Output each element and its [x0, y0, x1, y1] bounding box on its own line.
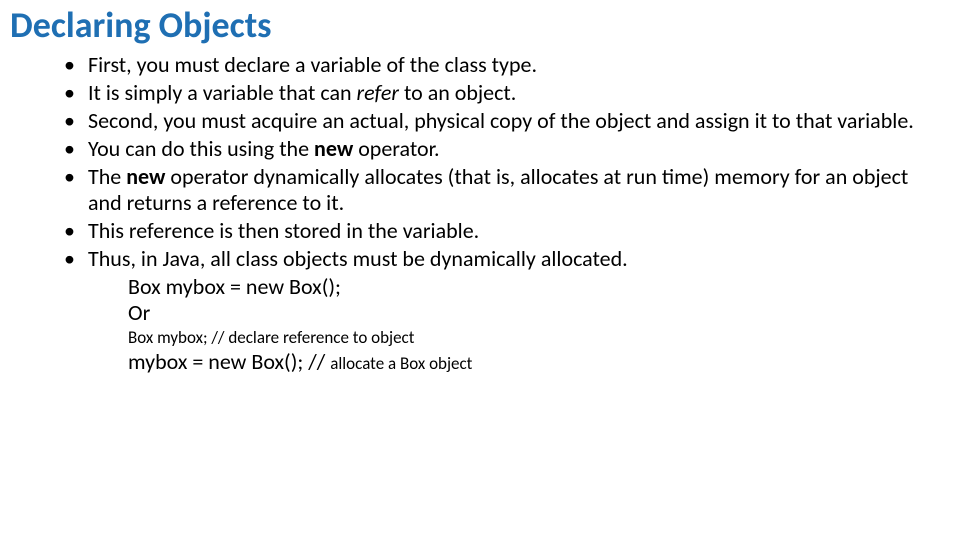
- bullet-item: Second, you must acquire an actual, phys…: [64, 108, 930, 134]
- bullet-text: This reference is then stored in the var…: [88, 217, 479, 244]
- code-line: mybox = new Box(); // allocate a Box obj…: [128, 349, 930, 375]
- slide-title: Declaring Objects: [10, 3, 272, 47]
- code-text: mybox = new Box(); //: [128, 348, 330, 375]
- bullet-text: You can do this using the: [88, 135, 314, 162]
- bullet-item: The new operator dynamically allocates (…: [64, 164, 930, 216]
- bullet-item: Thus, in Java, all class objects must be…: [64, 246, 930, 272]
- code-line: Box mybox = new Box();: [128, 274, 930, 300]
- bullet-text-italic: refer: [357, 79, 399, 106]
- bullet-item: This reference is then stored in the var…: [64, 218, 930, 244]
- bullet-text: First, you must declare a variable of th…: [88, 51, 537, 78]
- bullet-text: operator dynamically allocates (that is,…: [88, 163, 908, 216]
- code-text-small: allocate a Box object: [330, 353, 472, 374]
- bullet-text-bold: new: [126, 163, 170, 190]
- bullet-list: First, you must declare a variable of th…: [64, 52, 930, 272]
- bullet-text: Second, you must acquire an actual, phys…: [88, 107, 914, 134]
- bullet-text: The: [88, 163, 126, 190]
- bullet-text-bold: new: [314, 135, 358, 162]
- code-line-small: Box mybox; // declare reference to objec…: [128, 328, 930, 348]
- bullet-item: You can do this using the new operator.: [64, 136, 930, 162]
- bullet-text: operator.: [358, 135, 439, 162]
- bullet-item: It is simply a variable that can refer t…: [64, 80, 930, 106]
- bullet-text: Thus, in Java, all class objects must be…: [88, 245, 628, 272]
- bullet-text: to an object.: [399, 79, 516, 106]
- slide-body: First, you must declare a variable of th…: [64, 52, 930, 375]
- bullet-item: First, you must declare a variable of th…: [64, 52, 930, 78]
- code-line: Or: [128, 300, 930, 326]
- bullet-text: It is simply a variable that can: [88, 79, 357, 106]
